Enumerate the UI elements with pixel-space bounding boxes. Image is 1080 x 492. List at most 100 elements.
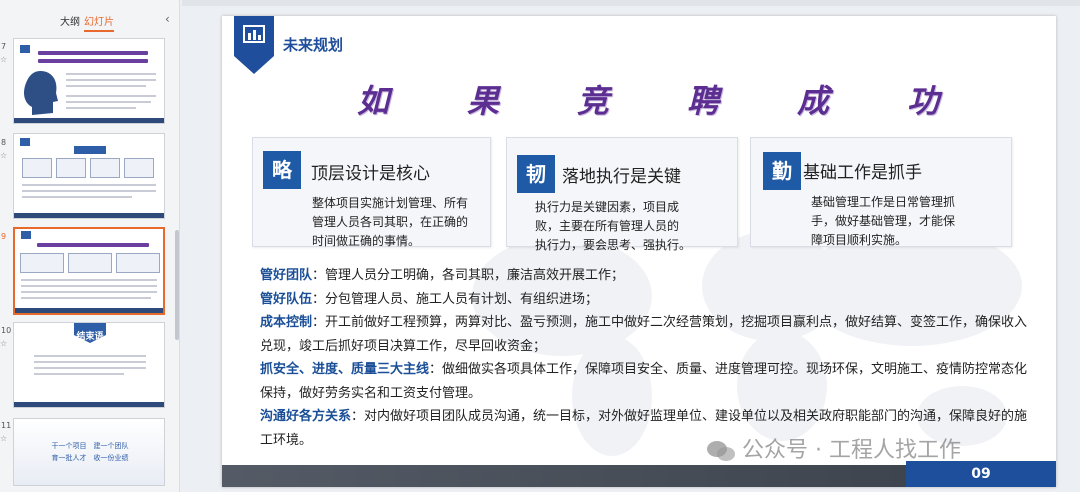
big-title-char: 如 [357, 82, 390, 120]
thumb-footer [14, 402, 164, 407]
thumb-text [21, 291, 157, 293]
card-body: 执行力是关键因素，项目成 败，主要在所有管理人员的 执行力，要会思考、强执行。 [535, 198, 691, 255]
thumb-title [37, 243, 149, 247]
thumb-text [34, 355, 146, 357]
thumb-text [66, 95, 156, 97]
thumb-heading: 结束语 [76, 332, 104, 342]
thumb-box [22, 158, 52, 178]
head-icon [24, 71, 58, 115]
card-body-line: 执行力是关键因素，项目成 [535, 200, 680, 214]
thumb-title [74, 146, 106, 154]
thumb-badge [21, 231, 31, 239]
thumb-text [34, 373, 124, 375]
thumb-box [124, 158, 154, 178]
card-icon: 勤 [763, 152, 801, 190]
detail-key: 管好团队 [260, 268, 313, 283]
card-body: 基础管理工作是日常管理抓 手，做好基础管理，才能保 障项目顺利实施。 [811, 193, 955, 250]
slide-thumbnail-7[interactable] [13, 38, 165, 124]
tab-slides[interactable]: 幻灯片 [84, 13, 114, 32]
panel-tabs: 大纲 幻灯片 ‹ [0, 8, 180, 32]
thumb-line-2: 育一批人才 收一份业绩 [51, 454, 129, 462]
card-heading: 基础工作是抓手 [803, 163, 922, 183]
card-strategy: 略 顶层设计是核心 整体项目实施计划管理、所有 管理人员各司其职，在正确的 时间… [252, 137, 491, 248]
card-heading: 落地执行是关键 [562, 167, 681, 187]
thumb-box [20, 253, 64, 273]
thumb-box [116, 253, 160, 273]
watermark-text: 公众号 · 工程人找工作 [742, 438, 961, 463]
thumb-footer [15, 308, 163, 313]
card-body: 整体项目实施计划管理、所有 管理人员各司其职，在正确的 时间做正确的事情。 [312, 194, 468, 251]
slide-thumbnail-11[interactable]: 干一个项目 建一个团队 育一批人才 收一份业绩 [13, 418, 165, 486]
card-body-line: 时间做正确的事情。 [312, 234, 421, 248]
card-body-line: 管理人员各司其职，在正确的 [312, 215, 469, 229]
thumb-text [22, 196, 132, 198]
thumb-footer [14, 213, 164, 218]
detail-item: 管好队伍：分包管理人员、施工人员有计划、有组织进场； [260, 288, 1030, 312]
big-title-char: 成 [797, 82, 830, 120]
detail-item: 管好团队：管理人员分工明确，各司其职，廉洁高效开展工作； [260, 264, 1030, 288]
slide-canvas[interactable]: 未来规划 如 果 竞 聘 成 功 略 顶层设计是核心 整体项目实施计划管理、所有… [222, 16, 1056, 487]
star-icon[interactable]: ☆ [0, 151, 7, 160]
card-heading: 顶层设计是核心 [311, 164, 430, 184]
big-title-char: 聘 [687, 82, 720, 120]
thumb-text [66, 79, 156, 81]
thumb-box [68, 253, 112, 273]
card-icon: 韧 [517, 155, 555, 193]
watermark: 公众号 · 工程人找工作 [706, 432, 961, 464]
chart-badge-icon [234, 16, 274, 74]
card-icon: 略 [263, 151, 301, 189]
card-execution: 韧 落地执行是关键 执行力是关键因素，项目成 败，主要在所有管理人员的 执行力，… [506, 137, 738, 252]
thumb-text [22, 184, 156, 186]
chevron-left-icon[interactable]: ‹ [165, 12, 170, 26]
panel-scrollbar[interactable] [175, 230, 179, 340]
wechat-icon [707, 441, 735, 461]
top-strip [182, 0, 1080, 6]
tab-outline[interactable]: 大纲 [60, 13, 80, 28]
detail-list: 管好团队：管理人员分工明确，各司其职，廉洁高效开展工作； 管好队伍：分包管理人员… [260, 264, 1030, 452]
thumb-text [66, 101, 151, 103]
card-body-line: 手，做好基础管理，才能保 [811, 214, 956, 228]
slide-number: 7 [1, 42, 7, 51]
thumb-badge [20, 45, 30, 53]
thumb-title [38, 59, 148, 63]
detail-text: ：开工前做好工程预算，两算对比、盈亏预测，施工中做好二次经营策划，挖掘项目赢利点… [260, 315, 1028, 354]
slide-title: 未来规划 [283, 36, 344, 54]
thumb-box [90, 158, 120, 178]
star-icon[interactable]: ☆ [0, 434, 7, 443]
big-title-char: 竞 [577, 82, 610, 120]
detail-key: 管好队伍 [260, 291, 313, 307]
thumb-title [38, 51, 148, 55]
thumb-text [22, 190, 156, 192]
thumb-footer [14, 118, 164, 123]
big-title: 如 果 竞 聘 成 功 [352, 76, 952, 120]
slide-thumbnail-8[interactable] [13, 133, 165, 219]
card-body-line: 基础管理工作是日常管理抓 [811, 195, 956, 209]
page-number: 09 [906, 461, 1056, 487]
thumb-text [21, 285, 157, 287]
detail-text: ：管理人员分工明确，各司其职，廉洁高效开展工作； [312, 268, 625, 283]
thumb-box [56, 158, 86, 178]
card-foundation: 勤 基础工作是抓手 基础管理工作是日常管理抓 手，做好基础管理，才能保 障项目顺… [750, 137, 1012, 247]
slide-thumbnail-10[interactable]: 结束语 [13, 322, 165, 408]
slide-number: 10 [1, 326, 12, 335]
slide-thumbnail-9[interactable] [13, 227, 165, 315]
thumb-badge [20, 138, 30, 146]
star-icon[interactable]: ☆ [0, 339, 7, 348]
thumb-text [21, 279, 157, 281]
detail-item: 抓安全、进度、质量三大主线：做细做实各项具体工作，保障项目安全、质量、进度管理可… [260, 358, 1030, 405]
card-body-line: 整体项目实施计划管理、所有 [312, 196, 469, 210]
star-icon[interactable]: ☆ [0, 55, 7, 64]
thumb-text [34, 361, 146, 363]
thumb-text [21, 297, 151, 299]
slide-number: 8 [1, 138, 7, 147]
detail-key: 沟通好各方关系 [260, 409, 352, 424]
big-title-char: 功 [907, 82, 940, 120]
thumb-line-1: 干一个项目 建一个团队 [51, 442, 129, 450]
detail-key: 成本控制 [260, 315, 313, 330]
thumb-text [34, 367, 146, 369]
big-title-char: 果 [467, 82, 500, 120]
thumb-text [66, 85, 146, 87]
thumb-text [66, 107, 136, 109]
card-body-line: 执行力，要会思考、强执行。 [535, 238, 692, 252]
card-body-line: 障项目顺利实施。 [811, 233, 908, 247]
